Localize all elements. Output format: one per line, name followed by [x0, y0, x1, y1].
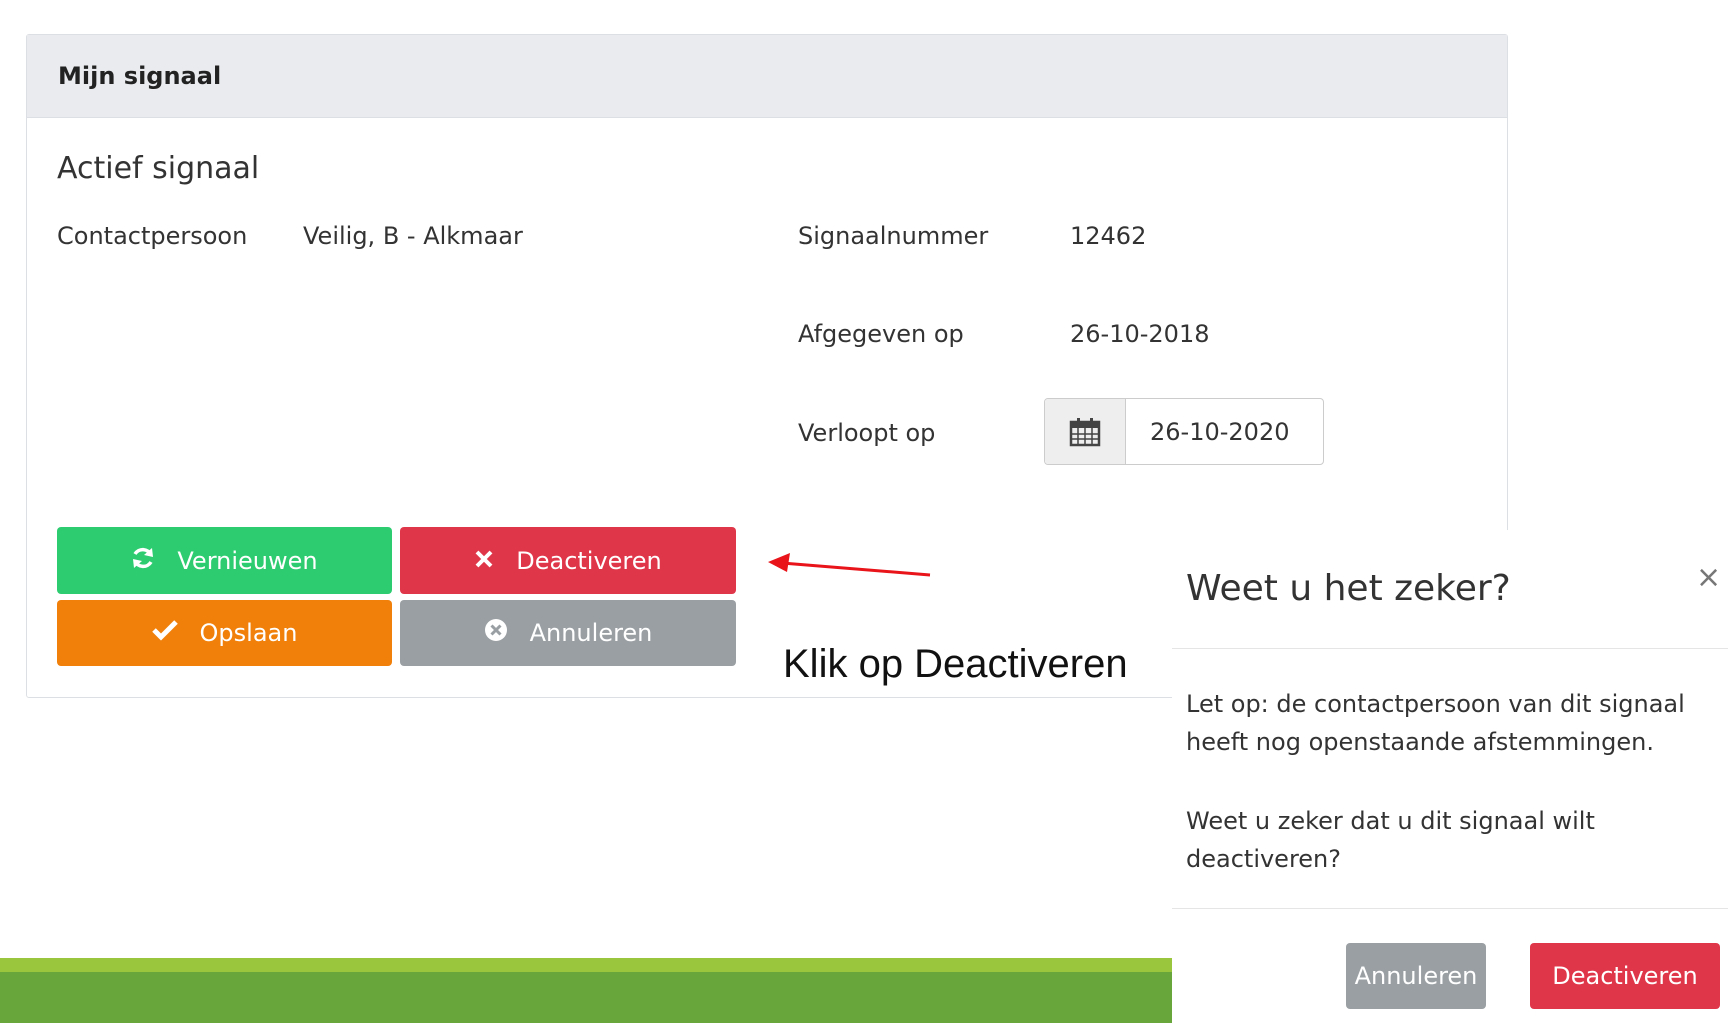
dialog-cancel-button[interactable]: Annuleren: [1346, 943, 1486, 1009]
dialog-header-divider: [1172, 648, 1728, 649]
dialog-question-text: Weet u zeker dat u dit signaal wilt deac…: [1186, 807, 1595, 873]
renew-label: Vernieuwen: [177, 546, 318, 575]
close-icon[interactable]: ×: [1696, 560, 1721, 595]
expires-date-input[interactable]: 26-10-2020: [1126, 399, 1323, 464]
signal-number-value: 12462: [1070, 222, 1147, 250]
dialog-title: Weet u het zeker?: [1186, 568, 1511, 609]
issued-value: 26-10-2018: [1070, 320, 1210, 348]
deactivate-button[interactable]: Deactiveren: [400, 527, 736, 594]
dialog-deactivate-button[interactable]: Deactiveren: [1530, 943, 1720, 1009]
arrow-icon: [768, 553, 931, 577]
confirm-dialog: Weet u het zeker? × Let op: de contactpe…: [1172, 530, 1728, 1023]
dialog-footer-divider: [1172, 908, 1728, 909]
instruction-callout: Klik op Deactiveren: [783, 642, 1128, 686]
save-label: Opslaan: [199, 619, 298, 647]
refresh-icon: [131, 546, 155, 576]
times-icon: [474, 547, 494, 575]
footer-bar-highlight: [0, 958, 1172, 972]
contact-label: Contactpersoon: [57, 222, 248, 250]
section-subtitle: Actief signaal: [57, 151, 260, 186]
issued-label: Afgegeven op: [798, 320, 964, 348]
panel-title: Mijn signaal: [27, 35, 1507, 118]
save-button[interactable]: Opslaan: [57, 600, 392, 666]
dialog-warning-text: Let op: de contactpersoon van dit signaa…: [1186, 690, 1685, 756]
contact-value: Veilig, B - Alkmaar: [303, 222, 523, 250]
cancel-button[interactable]: Annuleren: [400, 600, 736, 666]
cancel-label: Annuleren: [529, 619, 653, 647]
check-icon: [151, 619, 178, 647]
times-circle-icon: [484, 618, 508, 648]
renew-button[interactable]: Vernieuwen: [57, 527, 392, 594]
calendar-icon[interactable]: [1045, 399, 1126, 464]
expires-date-picker[interactable]: 26-10-2020: [1044, 398, 1324, 465]
expires-label: Verloopt op: [798, 419, 936, 447]
deactivate-label: Deactiveren: [516, 546, 662, 575]
signal-number-label: Signaalnummer: [798, 222, 989, 250]
